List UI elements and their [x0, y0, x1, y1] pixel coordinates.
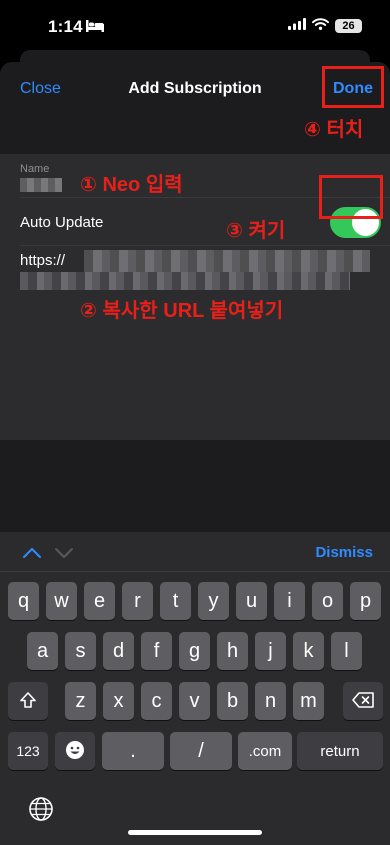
key-p[interactable]: p	[350, 582, 381, 620]
key-q[interactable]: q	[8, 582, 39, 620]
home-indicator	[128, 830, 262, 835]
key-l[interactable]: l	[331, 632, 362, 670]
next-field-icon[interactable]	[54, 546, 74, 564]
shift-key[interactable]	[8, 682, 48, 720]
toggle-highlight-box	[319, 175, 383, 219]
return-key[interactable]: return	[297, 732, 383, 770]
period-key[interactable]: .	[102, 732, 164, 770]
key-f[interactable]: f	[141, 632, 172, 670]
name-field-label: Name	[20, 163, 50, 175]
annotation-url: ② 복사한 URL 붙여넣기	[80, 300, 284, 322]
numbers-key[interactable]: 123	[8, 732, 48, 770]
key-b[interactable]: b	[217, 682, 248, 720]
key-r[interactable]: r	[122, 582, 153, 620]
status-bar: 1:14 26	[0, 0, 390, 56]
name-value-redacted	[20, 178, 62, 192]
navigation-bar: Close Add Subscription Done	[0, 62, 390, 116]
url-field-text: https://	[20, 252, 66, 269]
key-s[interactable]: s	[65, 632, 96, 670]
key-w[interactable]: w	[46, 582, 77, 620]
key-z[interactable]: z	[65, 682, 96, 720]
annotation-done: ④ 터치	[304, 119, 364, 141]
key-u[interactable]: u	[236, 582, 267, 620]
key-m[interactable]: m	[293, 682, 324, 720]
annotation-name: ① Neo 입력	[80, 174, 183, 196]
wifi-icon	[312, 17, 329, 35]
keyboard-accessory-bar: Dismiss	[0, 532, 390, 572]
key-i[interactable]: i	[274, 582, 305, 620]
key-y[interactable]: y	[198, 582, 229, 620]
status-indicators: 26	[288, 17, 362, 35]
key-d[interactable]: d	[103, 632, 134, 670]
key-o[interactable]: o	[312, 582, 343, 620]
dismiss-button[interactable]: Dismiss	[315, 544, 373, 561]
key-v[interactable]: v	[179, 682, 210, 720]
key-t[interactable]: t	[160, 582, 191, 620]
sleep-bed-icon	[86, 19, 104, 37]
cellular-signal-icon	[288, 17, 306, 35]
backspace-icon	[352, 691, 374, 711]
annotation-toggle: ③ 켜기	[226, 220, 286, 242]
key-k[interactable]: k	[293, 632, 324, 670]
done-highlight-box	[322, 66, 384, 108]
emoji-face-icon	[65, 740, 85, 763]
shift-icon	[19, 691, 37, 712]
key-e[interactable]: e	[84, 582, 115, 620]
key-g[interactable]: g	[179, 632, 210, 670]
key-c[interactable]: c	[141, 682, 172, 720]
key-n[interactable]: n	[255, 682, 286, 720]
previous-field-icon[interactable]	[22, 546, 42, 564]
emoji-key[interactable]	[55, 732, 95, 770]
backspace-key[interactable]	[343, 682, 383, 720]
key-x[interactable]: x	[103, 682, 134, 720]
key-j[interactable]: j	[255, 632, 286, 670]
battery-indicator: 26	[335, 19, 362, 33]
keyboard: Dismiss q w e r t y u i o p a s d f g h …	[0, 532, 390, 845]
key-a[interactable]: a	[27, 632, 58, 670]
auto-update-label: Auto Update	[20, 214, 104, 231]
dotcom-key[interactable]: .com	[238, 732, 292, 770]
slash-key[interactable]: /	[170, 732, 232, 770]
url-value-redacted	[84, 250, 370, 272]
url-value-redacted-line2	[20, 272, 350, 290]
status-time: 1:14	[48, 17, 83, 36]
globe-icon[interactable]	[28, 796, 54, 827]
key-h[interactable]: h	[217, 632, 248, 670]
